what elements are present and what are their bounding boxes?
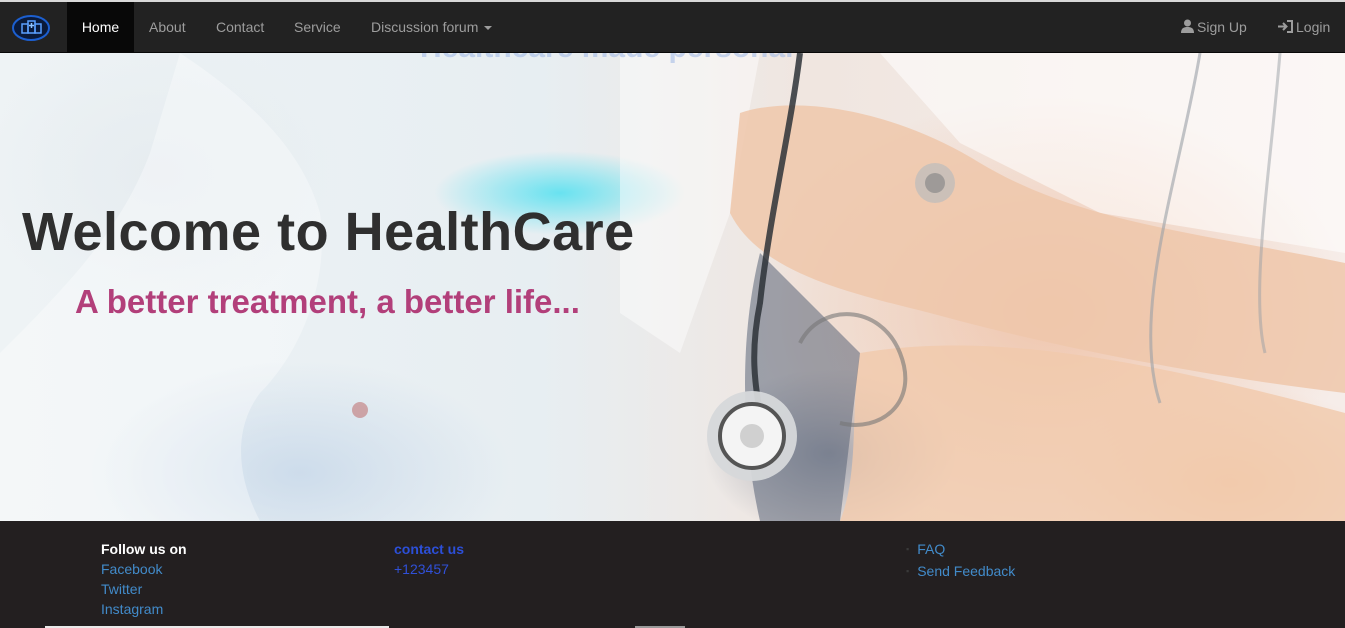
login-icon — [1278, 19, 1293, 33]
nav-contact[interactable]: Contact — [216, 2, 264, 52]
user-icon — [1181, 19, 1194, 34]
caret-down-icon — [484, 26, 493, 31]
footer: Follow us on Facebook Twitter Instagram … — [0, 521, 1345, 628]
follow-heading: Follow us on — [101, 541, 187, 557]
navbar: Home About Contact Service Discussion fo… — [0, 2, 1345, 53]
hero-banner: Healthcare made personal Welcome to Heal… — [0, 53, 1345, 521]
instagram-link[interactable]: Instagram — [101, 599, 187, 619]
hero-subtitle: A better treatment, a better life... — [75, 283, 580, 320]
nav-about[interactable]: About — [149, 2, 186, 52]
signup-label: Sign Up — [1197, 19, 1247, 35]
nav-home[interactable]: Home — [67, 2, 134, 52]
contact-heading: contact us — [394, 541, 465, 557]
contact-phone: +123457 — [394, 561, 449, 577]
hospital-logo-icon — [12, 15, 50, 41]
login-link[interactable]: Login — [1278, 2, 1330, 52]
login-label: Login — [1296, 19, 1331, 35]
nav-forum-label: Discussion forum — [371, 19, 479, 35]
faq-link[interactable]: FAQ — [906, 539, 1015, 561]
footer-links-column: FAQ Send Feedback — [906, 539, 1015, 583]
nav-discussion-forum-dropdown[interactable]: Discussion forum — [371, 2, 493, 52]
send-feedback-link[interactable]: Send Feedback — [906, 561, 1015, 583]
footer-contact-column: contact us +123457 — [394, 539, 464, 579]
hero-title: Welcome to HealthCare — [22, 202, 635, 262]
footer-social-column: Follow us on Facebook Twitter Instagram — [101, 539, 187, 619]
signup-link[interactable]: Sign Up — [1181, 2, 1247, 52]
hero-faded-tagline: Healthcare made personal — [420, 53, 794, 65]
twitter-link[interactable]: Twitter — [101, 579, 187, 599]
nav-service[interactable]: Service — [294, 2, 341, 52]
brand-logo[interactable] — [12, 15, 50, 41]
facebook-link[interactable]: Facebook — [101, 559, 187, 579]
